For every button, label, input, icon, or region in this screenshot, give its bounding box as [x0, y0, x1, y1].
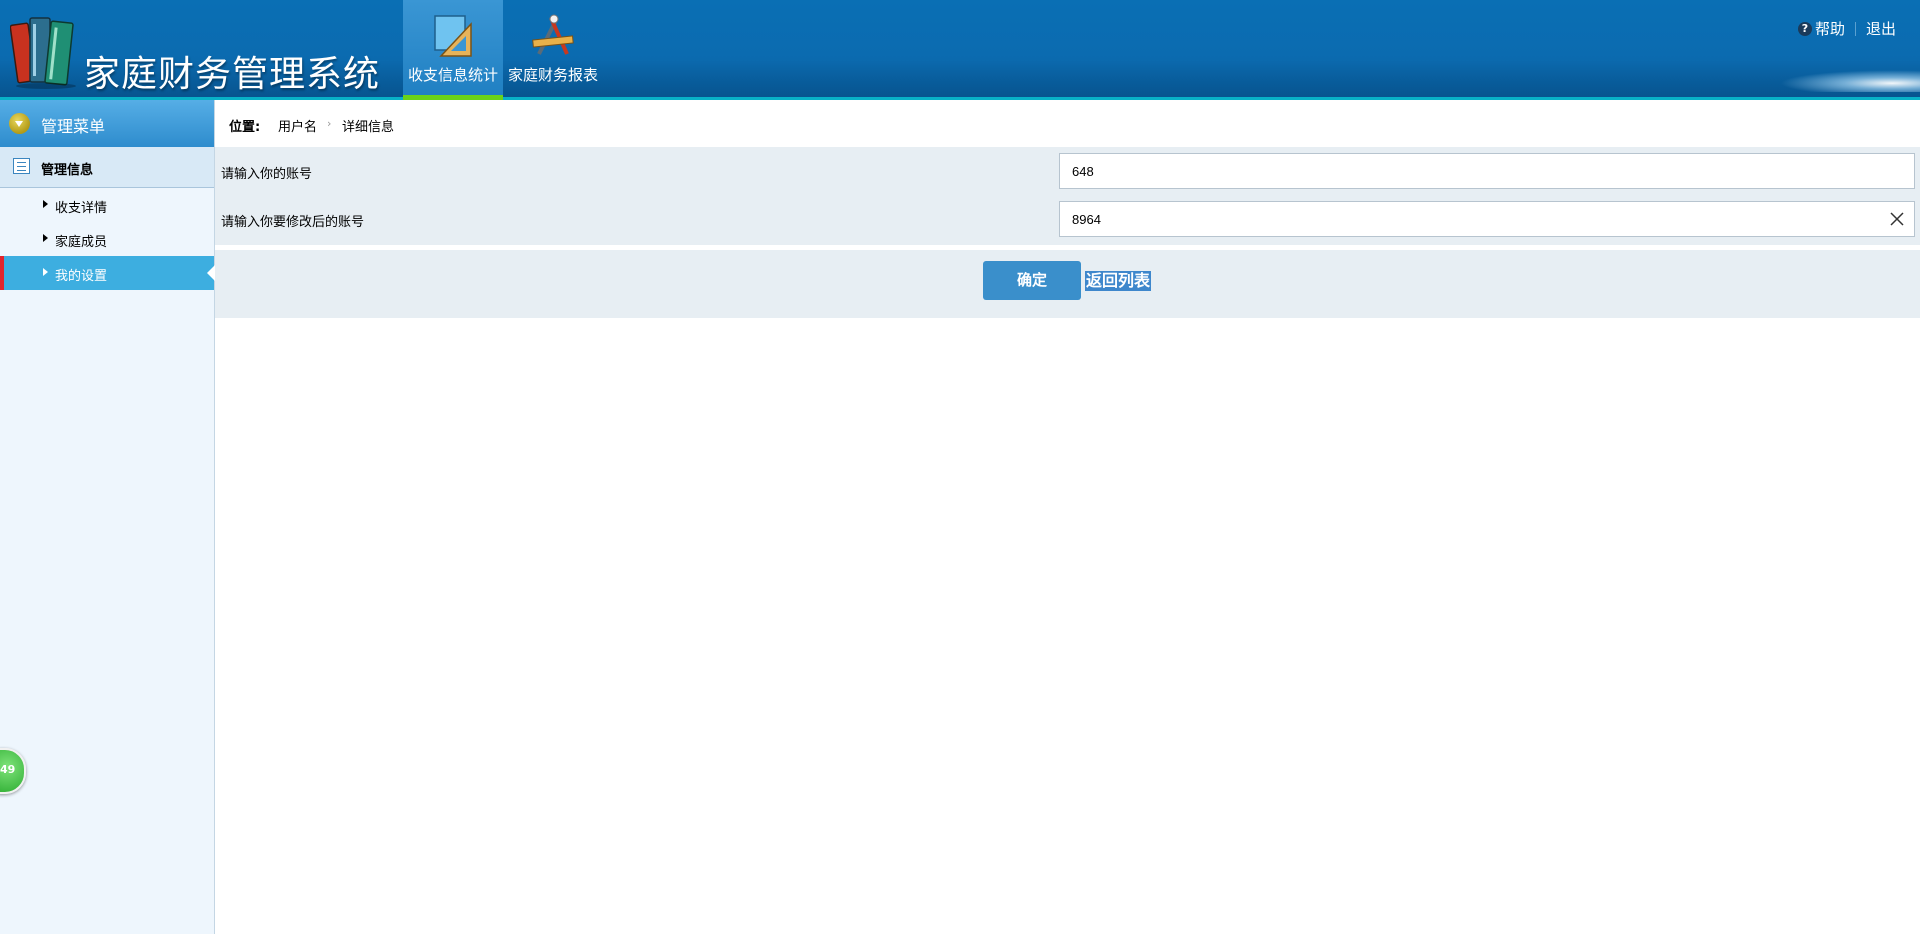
sidebar: 管理菜单 管理信息 收支详情 家庭成员 我的设置: [0, 100, 215, 934]
breadcrumb-prefix: 位置:: [229, 120, 261, 135]
nav-tab-label: 家庭财务报表: [507, 66, 598, 84]
sidebar-menu-title: 管理菜单: [41, 117, 106, 136]
sidebar-item-label: 家庭成员: [55, 235, 108, 250]
back-to-list-link[interactable]: 返回列表: [1085, 271, 1152, 291]
sidebar-group-label: 管理信息: [41, 163, 94, 178]
new-account-label: 请输入你要修改后的账号: [221, 215, 365, 230]
app-title: 家庭财务管理系统: [84, 54, 381, 95]
current-account-label: 请输入你的账号: [221, 167, 313, 182]
caret-right-icon: [43, 200, 48, 208]
top-links: ? 帮助 退出: [1797, 18, 1896, 39]
nav-tab-family-finance-report[interactable]: 家庭财务报表: [503, 0, 603, 100]
confirm-button[interactable]: 确定: [983, 261, 1081, 300]
logout-link[interactable]: 退出: [1866, 20, 1896, 38]
header-glow: [1780, 70, 1920, 92]
books-logo-icon: [10, 17, 76, 89]
breadcrumb-item-details: 详细信息: [342, 120, 395, 135]
clear-input-icon[interactable]: [1887, 209, 1907, 229]
new-account-input[interactable]: [1059, 201, 1915, 237]
account-form: 请输入你的账号 请输入你要修改后的账号: [215, 147, 1920, 245]
ruler-triangle-icon: [434, 15, 472, 57]
link-divider: [1854, 21, 1856, 36]
breadcrumb: 位置: 用户名 › 详细信息: [215, 100, 1920, 147]
breadcrumb-item-username[interactable]: 用户名: [278, 116, 317, 135]
help-icon: ?: [1797, 21, 1812, 36]
breadcrumb-chevron-icon: ›: [327, 117, 332, 130]
chevron-down-icon: [9, 113, 30, 134]
sidebar-item-label: 我的设置: [55, 269, 108, 284]
sidebar-menu-header[interactable]: 管理菜单: [0, 100, 214, 147]
sidebar-group-manage-info[interactable]: 管理信息: [0, 147, 214, 188]
drafting-tools-icon: [532, 14, 574, 55]
sidebar-item-label: 收支详情: [55, 201, 108, 216]
main-content: 位置: 用户名 › 详细信息 请输入你的账号 请输入你要修改后的账号 确定 返回…: [215, 100, 1920, 934]
top-header: 家庭财务管理系统 收支信息统计 家庭财务报表 ? 帮助 退出: [0, 0, 1920, 100]
sidebar-item-income-expense-details[interactable]: 收支详情: [0, 188, 214, 222]
help-link[interactable]: 帮助: [1815, 20, 1845, 38]
floating-counter-value: 49: [0, 763, 16, 776]
sidebar-item-family-members[interactable]: 家庭成员: [0, 222, 214, 256]
current-account-input[interactable]: [1059, 153, 1915, 189]
caret-right-icon: [43, 268, 48, 276]
caret-right-icon: [43, 234, 48, 242]
nav-tab-label: 收支信息统计: [407, 66, 498, 84]
sidebar-item-my-settings[interactable]: 我的设置: [0, 256, 215, 290]
form-row-new-account: 请输入你要修改后的账号: [215, 195, 1920, 243]
form-actions: 确定 返回列表: [215, 250, 1920, 318]
nav-tab-income-expense-stats[interactable]: 收支信息统计: [403, 0, 503, 100]
form-row-current-account: 请输入你的账号: [215, 147, 1920, 195]
list-icon: [13, 158, 30, 174]
